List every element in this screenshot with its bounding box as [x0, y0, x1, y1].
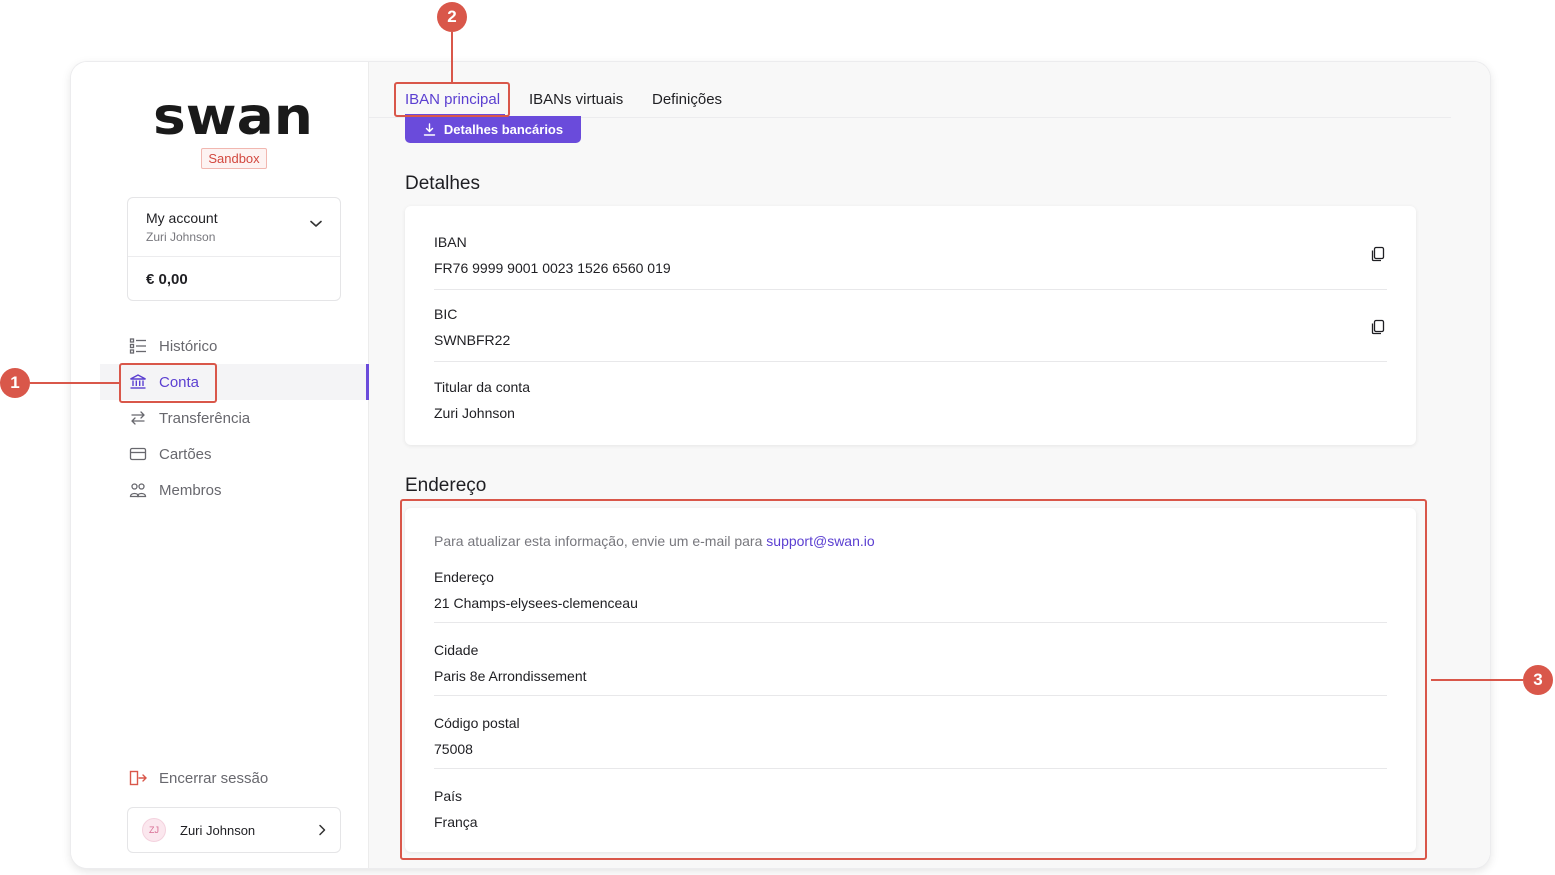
iban-value: FR76 9999 9001 0023 1526 6560 019: [434, 260, 671, 276]
details-section-title: Detalhes: [405, 173, 480, 194]
transfer-arrows-icon: [129, 409, 147, 427]
account-selector[interactable]: My account Zuri Johnson € 0,00: [127, 197, 341, 301]
sidebar-item-label: Histórico: [159, 337, 218, 355]
bic-field: BIC SWNBFR22: [434, 306, 1387, 348]
sidebar-item-cartoes[interactable]: Cartões: [100, 436, 369, 472]
annotation-box-3: [400, 499, 1427, 860]
list-icon: [129, 337, 147, 355]
annotation-box-2: [394, 82, 510, 117]
field-label: IBAN: [434, 234, 467, 250]
account-holder-value: Zuri Johnson: [434, 405, 515, 421]
members-icon: [129, 481, 147, 499]
sidebar-item-label: Transferência: [159, 409, 251, 427]
iban-field: IBAN FR76 9999 9001 0023 1526 6560 019: [434, 234, 1387, 276]
copy-iban-icon[interactable]: [1370, 246, 1386, 262]
tutorial-screenshot: swan Sandbox My account Zuri Johnson € 0…: [0, 0, 1555, 875]
sidebar: swan Sandbox My account Zuri Johnson € 0…: [71, 62, 369, 868]
account-holder: Zuri Johnson: [146, 230, 216, 244]
user-name: Zuri Johnson: [180, 822, 256, 838]
sandbox-badge: Sandbox: [201, 148, 267, 169]
logout-button[interactable]: Encerrar sessão: [129, 766, 268, 790]
sidebar-item-transferencia[interactable]: Transferência: [100, 400, 369, 436]
logout-icon: [129, 769, 147, 787]
annotation-connector-2: [451, 32, 453, 82]
avatar: ZJ: [142, 818, 166, 842]
chevron-down-icon: [310, 220, 322, 227]
tab-bar: IBAN principal IBANs virtuais Definições: [369, 62, 1451, 118]
details-card: IBAN FR76 9999 9001 0023 1526 6560 019 B…: [405, 206, 1416, 445]
sidebar-item-label: Cartões: [159, 445, 212, 463]
annotation-connector-3: [1431, 679, 1523, 681]
address-section-title: Endereço: [405, 475, 487, 496]
tab-ibans-virtuais[interactable]: IBANs virtuais: [529, 91, 623, 108]
card-icon: [129, 445, 147, 463]
annotation-badge-1: 1: [0, 368, 30, 398]
bank-details-label: Detalhes bancários: [443, 122, 564, 137]
sidebar-item-historico[interactable]: Histórico: [100, 328, 369, 364]
copy-bic-icon[interactable]: [1370, 319, 1386, 335]
bank-details-download-button[interactable]: Detalhes bancários: [405, 116, 581, 143]
tab-definicoes[interactable]: Definições: [652, 91, 722, 108]
download-icon: [423, 123, 436, 136]
field-label: BIC: [434, 306, 458, 322]
account-name: My account: [146, 210, 218, 226]
sidebar-item-membros[interactable]: Membros: [100, 472, 369, 508]
annotation-badge-2: 2: [437, 2, 467, 32]
annotation-box-1: [119, 363, 217, 403]
field-label: Titular da conta: [434, 379, 530, 395]
sidebar-item-label: Membros: [159, 481, 222, 499]
annotation-badge-3: 3: [1523, 665, 1553, 695]
bic-value: SWNBFR22: [434, 332, 511, 348]
swan-logo[interactable]: swan: [153, 94, 315, 140]
chevron-right-icon: [319, 824, 326, 836]
svg-text:swan: swan: [153, 94, 313, 140]
logout-label: Encerrar sessão: [159, 769, 269, 787]
field-divider: [434, 289, 1387, 290]
annotation-connector-1: [30, 382, 119, 384]
account-balance: € 0,00: [146, 271, 188, 288]
user-profile-button[interactable]: ZJ Zuri Johnson: [127, 807, 341, 853]
field-divider: [434, 361, 1387, 362]
account-holder-field: Titular da conta Zuri Johnson: [434, 379, 1387, 421]
account-divider: [128, 256, 340, 257]
